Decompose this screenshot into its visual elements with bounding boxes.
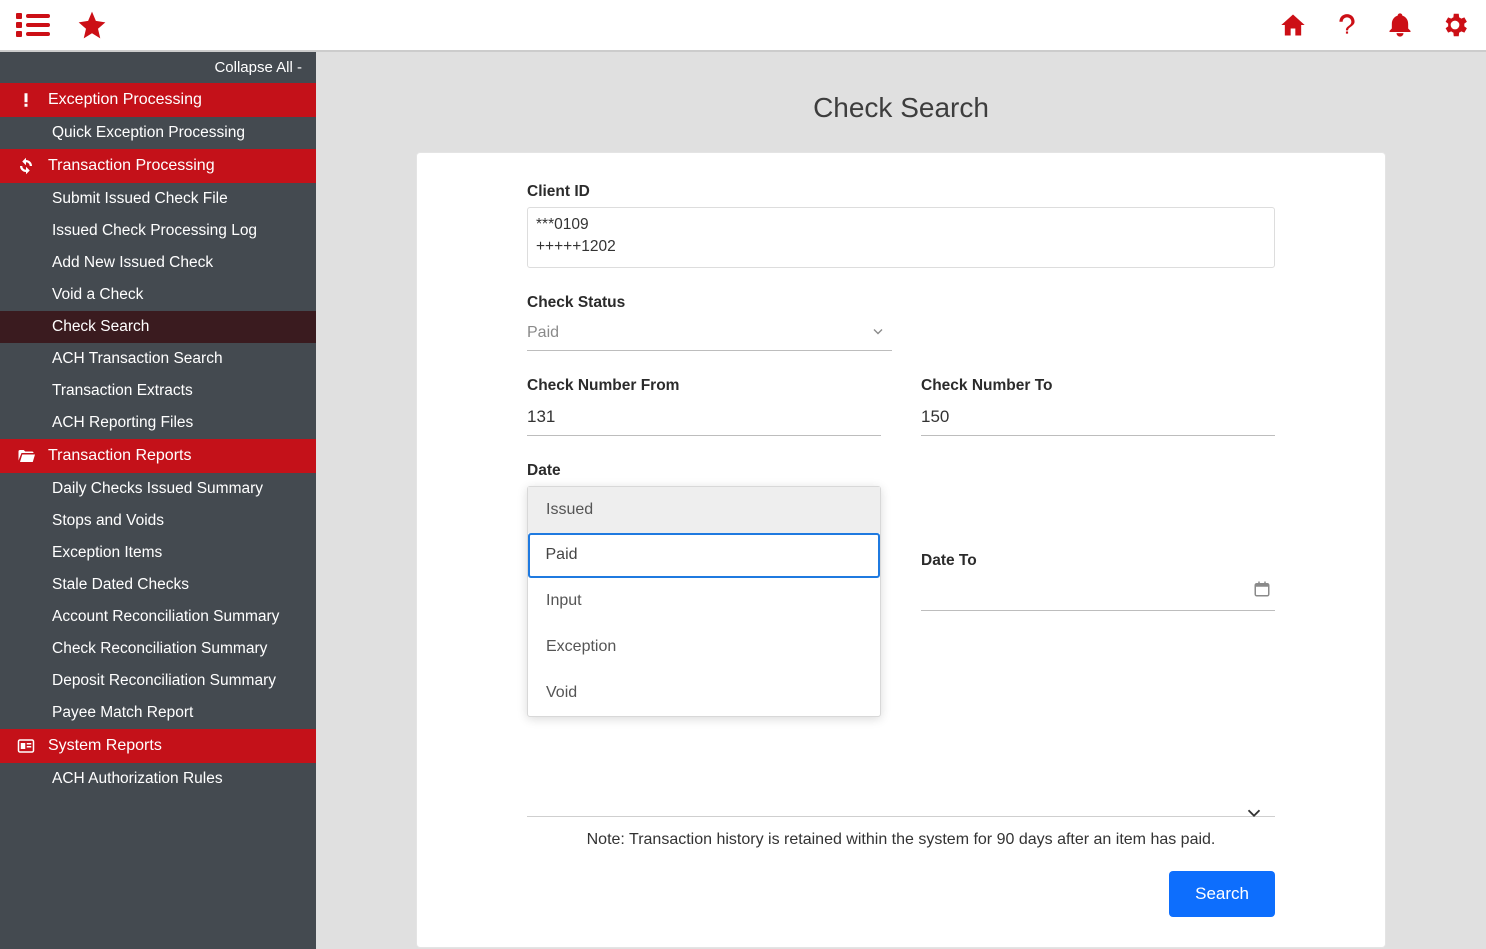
retention-note: Note: Transaction history is retained wi…	[527, 831, 1275, 849]
date-to-input[interactable]	[921, 582, 1275, 602]
chevron-down-icon	[1243, 802, 1265, 829]
nav-item-check-reconciliation-summary[interactable]: Check Reconciliation Summary	[0, 633, 316, 665]
folder-open-icon	[14, 447, 38, 465]
date-type-option-paid[interactable]: Paid	[528, 533, 880, 578]
client-id-select[interactable]: ***0109 +++++1202	[527, 207, 1275, 268]
chevron-down-icon	[870, 323, 886, 344]
search-button[interactable]: Search	[1169, 871, 1275, 917]
nav-item-stops-and-voids[interactable]: Stops and Voids	[0, 505, 316, 537]
check-status-label: Check Status	[527, 294, 892, 312]
topbar	[0, 0, 1486, 52]
date-type-option-exception[interactable]: Exception	[528, 624, 880, 670]
show-additional-options[interactable]	[527, 796, 1275, 817]
client-id-label: Client ID	[527, 183, 1275, 201]
date-to-label: Date To	[921, 552, 1275, 570]
star-icon[interactable]	[76, 9, 108, 41]
check-status-group: Check Status Paid	[527, 294, 892, 351]
nav-section-label: Transaction Reports	[48, 447, 191, 465]
topbar-left	[16, 9, 108, 41]
check-number-from-group: Check Number From	[527, 377, 881, 436]
actions-row: Search	[527, 871, 1275, 917]
nav-item-quick-exception-processing[interactable]: Quick Exception Processing	[0, 117, 316, 149]
check-number-to-group: Check Number To	[921, 377, 1275, 436]
nav-section-transaction-processing[interactable]: Transaction Processing	[0, 149, 316, 183]
help-icon[interactable]	[1334, 10, 1360, 40]
topbar-right	[1278, 10, 1470, 40]
menu-icon[interactable]	[16, 11, 50, 39]
app-shell: Collapse All - Exception Processing Quic…	[0, 52, 1486, 949]
nav-section-exception-processing[interactable]: Exception Processing	[0, 83, 316, 117]
date-type-option-input[interactable]: Input	[528, 578, 880, 624]
nav-item-ach-authorization-rules[interactable]: ACH Authorization Rules	[0, 763, 316, 795]
calendar-icon[interactable]	[1253, 580, 1271, 603]
nav-section-label: System Reports	[48, 737, 162, 755]
nav-section-transaction-reports[interactable]: Transaction Reports	[0, 439, 316, 473]
nav-item-payee-match-report[interactable]: Payee Match Report	[0, 697, 316, 729]
sidebar: Collapse All - Exception Processing Quic…	[0, 52, 316, 949]
nav-item-ach-reporting-files[interactable]: ACH Reporting Files	[0, 407, 316, 439]
nav-item-daily-checks-issued-summary[interactable]: Daily Checks Issued Summary	[0, 473, 316, 505]
collapse-all-link[interactable]: Collapse All -	[0, 52, 316, 83]
date-type-option-void[interactable]: Void	[528, 670, 880, 716]
bell-icon[interactable]	[1386, 10, 1414, 40]
date-type-group: Date Issued Paid Input Exception Void	[527, 462, 881, 756]
nav-item-add-new-issued-check[interactable]: Add New Issued Check	[0, 247, 316, 279]
nav-item-ach-transaction-search[interactable]: ACH Transaction Search	[0, 343, 316, 375]
nav-item-issued-check-processing-log[interactable]: Issued Check Processing Log	[0, 215, 316, 247]
date-row: Date Issued Paid Input Exception Void Da…	[527, 462, 1275, 756]
gear-icon[interactable]	[1440, 10, 1470, 40]
nav-section-label: Transaction Processing	[48, 157, 215, 175]
nav-item-transaction-extracts[interactable]: Transaction Extracts	[0, 375, 316, 407]
date-type-option-issued[interactable]: Issued	[528, 487, 880, 533]
client-id-option[interactable]: +++++1202	[536, 236, 1266, 258]
refresh-icon	[14, 157, 38, 175]
client-id-group: Client ID ***0109 +++++1202	[527, 183, 1275, 268]
nav-item-check-search[interactable]: Check Search	[0, 311, 316, 343]
date-label: Date	[527, 462, 881, 480]
date-to-group: Date To	[921, 462, 1275, 611]
nav-section-system-reports[interactable]: System Reports	[0, 729, 316, 763]
check-number-to-label: Check Number To	[921, 377, 1275, 395]
page-title: Check Search	[356, 92, 1446, 124]
report-icon	[14, 737, 38, 755]
nav-item-account-reconciliation-summary[interactable]: Account Reconciliation Summary	[0, 601, 316, 633]
nav-section-label: Exception Processing	[48, 91, 202, 109]
alert-icon	[14, 91, 38, 109]
check-number-from-input[interactable]	[527, 407, 881, 427]
check-status-value: Paid	[527, 324, 559, 342]
content-area: Check Search Client ID ***0109 +++++1202…	[316, 52, 1486, 949]
check-number-to-input[interactable]	[921, 407, 1275, 427]
check-number-row: Check Number From Check Number To	[527, 377, 1275, 436]
check-number-from-label: Check Number From	[527, 377, 881, 395]
client-id-option[interactable]: ***0109	[536, 214, 1266, 236]
nav-item-deposit-reconciliation-summary[interactable]: Deposit Reconciliation Summary	[0, 665, 316, 697]
nav-item-void-a-check[interactable]: Void a Check	[0, 279, 316, 311]
nav-item-exception-items[interactable]: Exception Items	[0, 537, 316, 569]
nav-item-stale-dated-checks[interactable]: Stale Dated Checks	[0, 569, 316, 601]
date-type-dropdown[interactable]: Issued Paid Input Exception Void	[527, 486, 881, 717]
check-status-select[interactable]: Paid	[527, 318, 892, 351]
search-card: Client ID ***0109 +++++1202 Check Status…	[416, 152, 1386, 948]
nav-item-submit-issued-check-file[interactable]: Submit Issued Check File	[0, 183, 316, 215]
home-icon[interactable]	[1278, 11, 1308, 39]
